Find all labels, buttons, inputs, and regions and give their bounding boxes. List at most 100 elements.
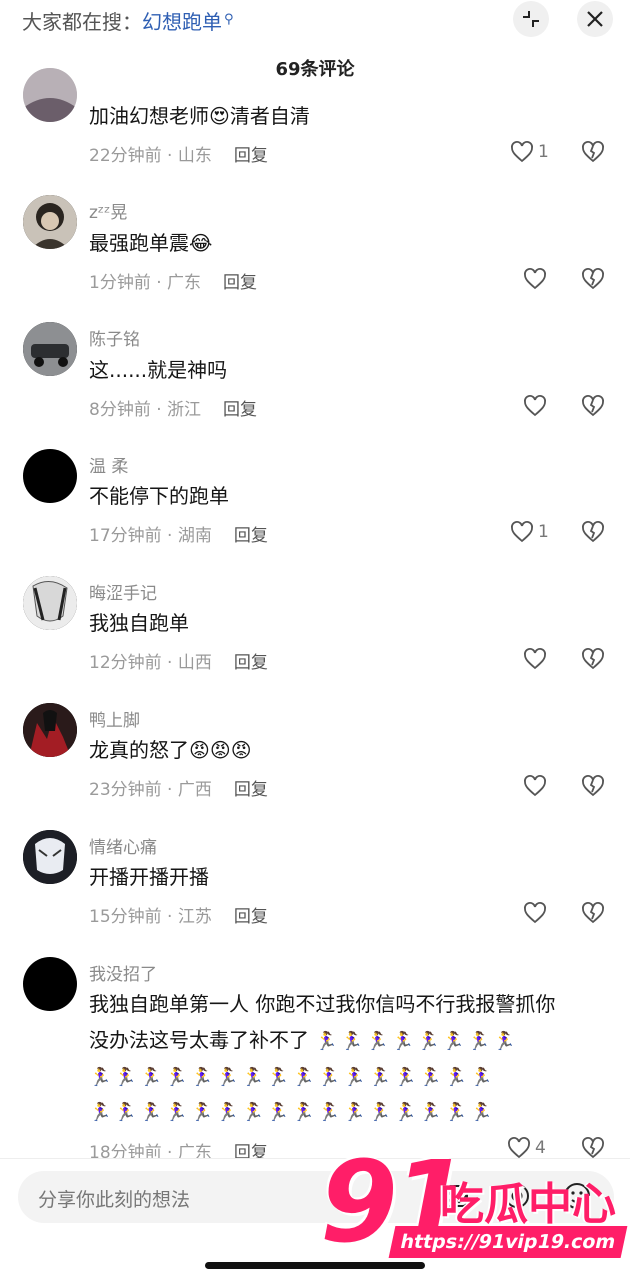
comment-location: 广西 (177, 780, 212, 800)
broken-heart-icon (582, 395, 604, 417)
comment-time: 22分钟前 (89, 146, 162, 166)
reply-button[interactable]: 回复 (234, 780, 268, 800)
like-button[interactable] (523, 647, 547, 671)
comment-text: 开播开播开播 (89, 865, 209, 889)
comment-time: 23分钟前 (89, 780, 162, 800)
like-button[interactable] (523, 774, 547, 798)
avatar[interactable] (23, 830, 77, 884)
comment-time: 1分钟前 (89, 273, 151, 293)
meta-separator: · (150, 400, 168, 420)
comment-meta: 12分钟前 · 山西 回复 (89, 648, 268, 673)
broken-heart-icon (582, 902, 604, 924)
close-button[interactable] (577, 1, 613, 37)
heart-icon (511, 141, 533, 163)
avatar[interactable] (23, 576, 77, 630)
broken-heart-icon (582, 648, 604, 670)
comment-nickname[interactable]: 情绪心痛 (89, 833, 157, 858)
avatar[interactable] (23, 957, 77, 1011)
avatar[interactable] (23, 68, 77, 122)
comment-text-line: 🏃‍♀️🏃‍♀️🏃‍♀️🏃‍♀️🏃‍♀️🏃‍♀️🏃‍♀️🏃‍♀️🏃‍♀️🏃‍♀️… (89, 1093, 609, 1131)
like-count: 1 (538, 142, 549, 162)
comment-input-placeholder: 分享你此刻的想法 (38, 1189, 191, 1211)
comment-location: 广东 (167, 273, 202, 293)
runner-emoji-row: 🏃‍♀️🏃‍♀️🏃‍♀️🏃‍♀️🏃‍♀️🏃‍♀️🏃‍♀️🏃‍♀️🏃‍♀️🏃‍♀️… (89, 1102, 496, 1123)
meta-separator: · (161, 907, 178, 927)
watermark-url: https://91vip19.com (388, 1226, 628, 1258)
collapse-icon (523, 11, 539, 27)
comment-count-title: 69条评论 (275, 59, 355, 80)
comment-time: 12分钟前 (89, 653, 162, 673)
comment-meta: 22分钟前 · 山东 回复 (89, 141, 268, 166)
avatar[interactable] (23, 195, 77, 249)
dislike-button[interactable] (581, 520, 605, 548)
comment-time: 8分钟前 (89, 400, 151, 420)
heart-icon (524, 268, 546, 290)
like-button[interactable]: 1 (510, 140, 549, 164)
like-button[interactable] (523, 901, 547, 925)
comment-meta: 8分钟前 · 浙江 回复 (89, 395, 257, 420)
heart-icon (524, 775, 546, 797)
avatar[interactable] (23, 703, 77, 757)
comment-text: 加油幻想老师😍清者自清 (89, 104, 310, 128)
comment-time: 15分钟前 (89, 907, 162, 927)
meta-separator: · (161, 780, 178, 800)
reply-button[interactable]: 回复 (223, 400, 257, 420)
comment-location: 湖南 (177, 526, 212, 546)
broken-heart-icon (582, 141, 604, 163)
like-count: 1 (538, 522, 549, 542)
comment-location: 山西 (177, 653, 212, 673)
heart-icon (524, 902, 546, 924)
heart-icon (511, 521, 533, 543)
meta-separator: · (161, 146, 178, 166)
comment-meta: 1分钟前 · 广东 回复 (89, 268, 257, 293)
comment-nickname[interactable]: 晦涩手记 (89, 579, 157, 604)
reply-button[interactable]: 回复 (234, 526, 268, 546)
comment-nickname[interactable]: 温 柔 (89, 452, 128, 477)
dislike-button[interactable] (581, 267, 605, 295)
reply-button[interactable]: 回复 (223, 273, 257, 293)
collapse-button[interactable] (513, 1, 549, 37)
heart-icon (524, 648, 546, 670)
comment-meta: 23分钟前 · 广西 回复 (89, 775, 268, 800)
comment-location: 江苏 (177, 907, 212, 927)
broken-heart-icon (582, 775, 604, 797)
like-button[interactable] (523, 267, 547, 291)
like-button[interactable]: 1 (510, 520, 549, 544)
top-bar: 大家都在搜：幻想跑单 ⚲ (0, 0, 630, 46)
heart-icon (524, 395, 546, 417)
reply-button[interactable]: 回复 (234, 907, 268, 927)
close-icon (587, 11, 603, 27)
comment-nickname[interactable]: 我没招了 (89, 960, 157, 985)
comment-text: 龙真的怒了😡😡😡 (89, 738, 252, 762)
comment-meta: 17分钟前 · 湖南 回复 (89, 521, 268, 546)
search-hint[interactable]: 大家都在搜：幻想跑单 ⚲ (22, 6, 234, 35)
dislike-button[interactable] (581, 394, 605, 422)
comment-text: 最强跑单震😂 (89, 231, 213, 255)
avatar[interactable] (23, 449, 77, 503)
meta-separator: · (150, 273, 168, 293)
dislike-button[interactable] (581, 901, 605, 929)
runner-emoji-row: 🏃‍♀️🏃‍♀️🏃‍♀️🏃‍♀️🏃‍♀️🏃‍♀️🏃‍♀️🏃‍♀️ (315, 1031, 519, 1052)
comment-text-line: 🏃‍♀️🏃‍♀️🏃‍♀️🏃‍♀️🏃‍♀️🏃‍♀️🏃‍♀️🏃‍♀️🏃‍♀️🏃‍♀️… (89, 1058, 609, 1096)
dislike-button[interactable] (581, 774, 605, 802)
watermark-brand: 吃瓜中心 (440, 1179, 616, 1230)
like-button[interactable] (523, 394, 547, 418)
comment-time: 17分钟前 (89, 526, 162, 546)
search-keyword[interactable]: 幻想跑单 (142, 10, 222, 34)
comment-text: 不能停下的跑单 (89, 484, 229, 508)
broken-heart-icon (582, 268, 604, 290)
search-hint-prefix: 大家都在搜： (22, 10, 142, 34)
comment-meta: 15分钟前 · 江苏 回复 (89, 902, 268, 927)
comment-nickname[interactable]: 陈子铭 (89, 325, 140, 350)
comment-text: 这......就是神吗 (89, 358, 228, 382)
comment-text-line: 没办法这号太毒了补不了 🏃‍♀️🏃‍♀️🏃‍♀️🏃‍♀️🏃‍♀️🏃‍♀️🏃‍♀️… (89, 1022, 609, 1060)
dislike-button[interactable] (581, 647, 605, 675)
comment-location: 山东 (177, 146, 212, 166)
comment-nickname[interactable]: 鸭上脚 (89, 706, 140, 731)
watermark-logo: 91 吃瓜中心 https://91vip19.com (320, 1138, 630, 1268)
avatar[interactable] (23, 322, 77, 376)
reply-button[interactable]: 回复 (234, 653, 268, 673)
dislike-button[interactable] (581, 140, 605, 168)
comment-nickname[interactable]: zᶻᶻ晃 (89, 198, 127, 223)
reply-button[interactable]: 回复 (234, 146, 268, 166)
